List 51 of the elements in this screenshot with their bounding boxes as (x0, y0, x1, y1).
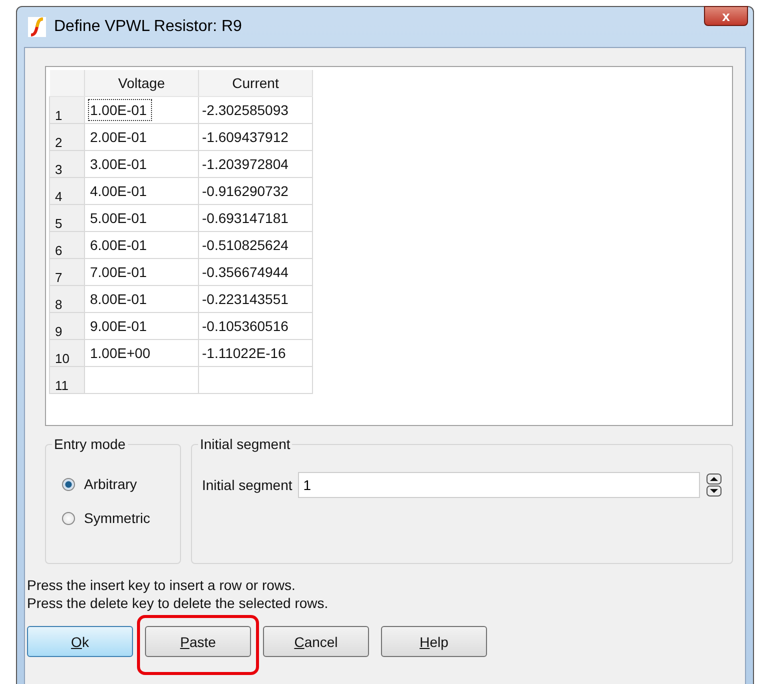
table-cell[interactable]: -0.223143551 (198, 286, 312, 312)
table-cell[interactable] (84, 366, 198, 394)
row-header[interactable]: 7 (50, 258, 84, 286)
radio-option[interactable]: Arbitrary (62, 476, 170, 492)
table-cell[interactable]: -0.356674944 (198, 258, 312, 286)
group-title: Initial segment (199, 436, 292, 452)
row-header[interactable]: 11 (50, 366, 84, 394)
radio-option[interactable]: Symmetric (62, 510, 170, 526)
table-cell[interactable]: -1.11022E-16 (198, 340, 312, 366)
initial-segment-field[interactable]: 1 (298, 472, 700, 498)
dialog-button[interactable]: Paste (145, 626, 251, 657)
field-label: Initial segment (202, 477, 292, 493)
table-cell[interactable]: -1.609437912 (198, 124, 312, 150)
group-title: Entry mode (53, 436, 127, 452)
row-header[interactable]: 8 (50, 286, 84, 312)
table-cell[interactable]: -0.693147181 (198, 204, 312, 232)
table-cell[interactable]: -0.510825624 (198, 232, 312, 258)
column-header[interactable]: Voltage (84, 70, 198, 96)
dialog-button[interactable]: Cancel (263, 626, 369, 657)
dialog-button[interactable]: Help (381, 626, 487, 657)
hint-text: Press the insert key to insert a row or rows. (27, 576, 296, 594)
table-cell[interactable]: 5.00E-01 (84, 204, 198, 232)
close-button[interactable]: x (704, 6, 748, 26)
table-cell[interactable]: 8.00E-01 (84, 286, 198, 312)
table-cell[interactable]: 9.00E-01 (84, 312, 198, 340)
window-title: Define VPWL Resistor: R9 (54, 18, 242, 36)
row-header[interactable]: 9 (50, 312, 84, 340)
table-cell[interactable]: -0.105360516 (198, 312, 312, 340)
table-cell[interactable]: 4.00E-01 (84, 178, 198, 204)
table-cell[interactable]: 1.00E-01 (84, 96, 198, 124)
table-cell[interactable]: -0.916290732 (198, 178, 312, 204)
row-header[interactable]: 4 (50, 178, 84, 204)
dialog-button[interactable]: Ok (27, 626, 133, 657)
table-cell[interactable]: 7.00E-01 (84, 258, 198, 286)
table-cell[interactable]: 3.00E-01 (84, 150, 198, 178)
table-cell[interactable] (198, 366, 312, 394)
column-header[interactable]: Current (198, 70, 312, 96)
table-cell[interactable]: -1.203972804 (198, 150, 312, 178)
table-cell[interactable]: 2.00E-01 (84, 124, 198, 150)
table-cell[interactable]: 6.00E-01 (84, 232, 198, 258)
row-header[interactable]: 2 (50, 124, 84, 150)
row-header[interactable]: 1 (50, 96, 84, 124)
row-header[interactable]: 6 (50, 232, 84, 258)
table-cell[interactable]: 1.00E+00 (84, 340, 198, 366)
hint-text: Press the delete key to delete the selected rows. (27, 594, 330, 612)
row-header[interactable]: 10 (50, 340, 84, 366)
row-header[interactable]: 5 (50, 204, 84, 232)
app-logo-icon (28, 17, 46, 37)
row-header[interactable]: 3 (50, 150, 84, 178)
spinner-icon[interactable] (706, 473, 722, 497)
table-cell[interactable]: -2.302585093 (198, 96, 312, 124)
